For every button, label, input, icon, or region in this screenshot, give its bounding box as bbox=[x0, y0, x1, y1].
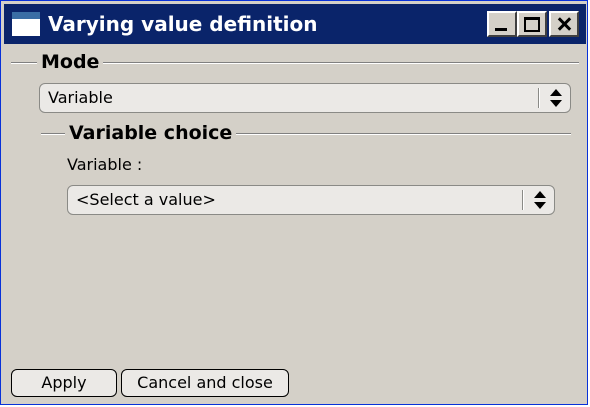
mode-group-label: Mode bbox=[37, 51, 104, 73]
updown-arrows-icon bbox=[534, 191, 546, 209]
title-bar[interactable]: Varying value definition bbox=[4, 4, 586, 44]
close-button[interactable] bbox=[549, 11, 579, 37]
variable-select[interactable]: <Select a value> bbox=[67, 185, 555, 215]
updown-arrows-icon bbox=[550, 89, 562, 107]
dialog-window: Varying value definition Mode Variable V… bbox=[0, 0, 588, 405]
minimize-button[interactable] bbox=[487, 11, 517, 37]
maximize-button[interactable] bbox=[517, 11, 547, 37]
variable-select-value: <Select a value> bbox=[76, 190, 216, 209]
variable-field-label: Variable : bbox=[67, 155, 143, 174]
variable-choice-group-label: Variable choice bbox=[65, 122, 237, 144]
window-icon bbox=[12, 12, 40, 36]
mode-select-value: Variable bbox=[48, 88, 113, 107]
mode-select-divider bbox=[538, 88, 540, 108]
apply-button[interactable]: Apply bbox=[11, 369, 117, 397]
cancel-and-close-button[interactable]: Cancel and close bbox=[121, 369, 289, 397]
variable-select-divider bbox=[522, 190, 524, 210]
mode-select[interactable]: Variable bbox=[39, 83, 571, 113]
window-title: Varying value definition bbox=[48, 12, 318, 36]
